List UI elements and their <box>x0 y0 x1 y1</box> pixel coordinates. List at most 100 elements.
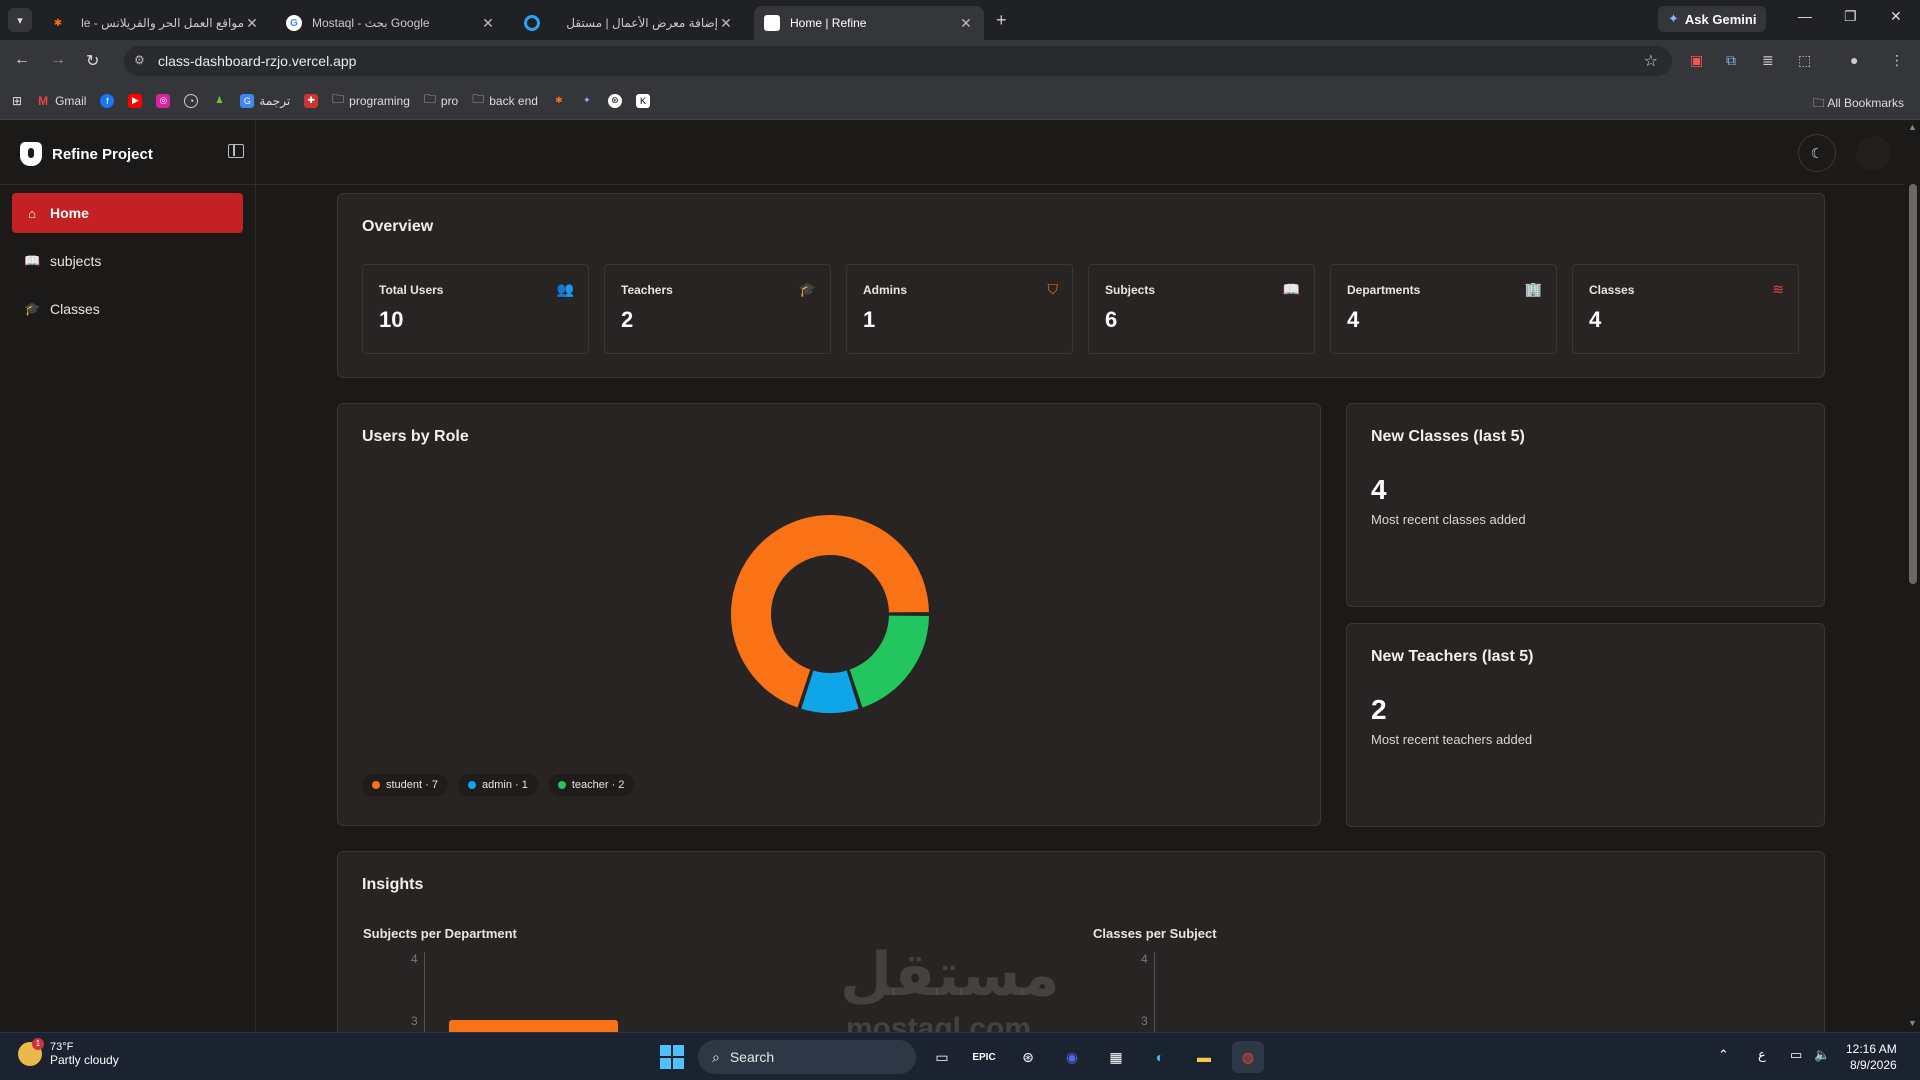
task-view-icon[interactable]: ▭ <box>926 1041 958 1073</box>
y-tick: 4 <box>1141 952 1148 966</box>
tab-home-refine[interactable]: Home | Refine ✕ <box>754 6 984 40</box>
system-clock[interactable]: 12:16 AM 8/9/2026 <box>1846 1041 1897 1073</box>
search-icon: ⌕ <box>712 1048 720 1065</box>
menu-kebab-icon[interactable]: ⋮ <box>1890 52 1904 69</box>
stat-label: Classes <box>1589 283 1635 297</box>
tab-title: Mostaql - بحث Google <box>312 16 430 30</box>
page-scrollbar[interactable]: ▲ ▼ <box>1906 120 1920 1032</box>
weather-widget[interactable]: 1 73°F Partly cloudy <box>18 1038 119 1067</box>
stat-label: Departments <box>1347 283 1421 297</box>
bookmark-star-icon[interactable]: ☆ <box>1644 51 1658 71</box>
theme-toggle-button[interactable]: ☾ <box>1798 134 1836 172</box>
extensions-puzzle-icon[interactable]: ⬚ <box>1798 52 1811 69</box>
forward-icon[interactable]: → <box>50 51 66 69</box>
stat-label: Subjects <box>1105 283 1156 297</box>
window-close-icon[interactable]: ✕ <box>1890 8 1902 25</box>
file-explorer-icon[interactable]: ▬ <box>1188 1041 1220 1073</box>
notification-badge: 1 <box>32 1038 44 1050</box>
volume-icon[interactable]: 🔈 <box>1814 1047 1830 1063</box>
scrollbar-thumb[interactable] <box>1909 184 1917 584</box>
tab-search-button[interactable]: ▾ <box>8 8 32 32</box>
ask-gemini-button[interactable]: ✦ Ask Gemini <box>1658 6 1767 32</box>
start-windows-icon[interactable] <box>660 1045 684 1069</box>
tab-title: مواقع العمل الحر والفريلانس - le <box>81 16 244 30</box>
bookmark-gmail[interactable]: M Gmail <box>36 94 86 108</box>
y-tick: 3 <box>411 1014 418 1028</box>
bar[interactable] <box>449 1020 618 1032</box>
sidebar-item-home[interactable]: ⌂ Home <box>12 193 243 233</box>
new-tab-button[interactable]: + <box>996 10 1007 31</box>
bookmark-translate[interactable]: G ترجمة <box>240 93 290 108</box>
stat-admins: Admins 1 ⛉ <box>846 264 1073 354</box>
bookmark-folder-pro[interactable]: 🗀 pro <box>424 90 458 111</box>
reload-icon[interactable]: ↻ <box>86 51 99 71</box>
weather-text: Partly cloudy <box>50 1053 119 1067</box>
sidebar-item-subjects[interactable]: 📖 subjects <box>12 241 243 281</box>
bookmark-folder-programing[interactable]: 🗀 programing <box>332 90 410 111</box>
address-bar[interactable]: ⚙ class-dashboard-rzjo.vercel.app ☆ <box>124 46 1672 76</box>
new-classes-card: New Classes (last 5) 4 Most recent class… <box>1346 403 1825 607</box>
minimize-icon[interactable]: — <box>1798 8 1812 24</box>
taskbar-search[interactable]: ⌕ Search <box>698 1040 916 1074</box>
legend-item-admin[interactable]: admin · 1 <box>457 774 538 796</box>
all-bookmarks-button[interactable]: 🗀 All Bookmarks <box>1813 94 1904 115</box>
avatar[interactable] <box>1856 136 1890 170</box>
facebook-icon[interactable]: f <box>100 93 115 108</box>
microsoft-store-icon[interactable]: ▦ <box>1100 1041 1132 1073</box>
legend-item-student[interactable]: student · 7 <box>362 774 448 796</box>
apps-grid-icon[interactable]: ⊞ <box>12 94 22 108</box>
green-bookmark-icon[interactable]: ♟ <box>212 94 226 108</box>
translate-icon[interactable]: ⧉ <box>1726 52 1736 69</box>
stat-value: 4 <box>1589 307 1602 332</box>
sidebar-item-classes[interactable]: 🎓 Classes <box>12 289 243 329</box>
mostaql-favicon-icon <box>524 15 540 31</box>
moon-icon: ☾ <box>1810 144 1824 161</box>
edge-icon[interactable]: ◐ <box>1144 1041 1176 1073</box>
sidebar-toggle-icon[interactable] <box>228 144 244 158</box>
chatgpt-app-icon[interactable]: ⊛ <box>1012 1041 1044 1073</box>
instagram-icon[interactable]: ◎ <box>156 93 171 108</box>
close-icon[interactable]: ✕ <box>480 15 496 32</box>
brand[interactable]: Refine Project <box>20 142 153 166</box>
profile-avatar-icon[interactable]: ● <box>1850 52 1858 68</box>
chrome-icon[interactable]: ◍ <box>1232 1041 1264 1073</box>
bookmark-crest-icon[interactable]: ✚ <box>304 93 319 108</box>
clock-bookmark-icon[interactable]: ◔ <box>184 93 199 108</box>
stat-value: 6 <box>1105 307 1118 332</box>
youtube-icon[interactable]: ▶ <box>128 93 143 108</box>
gemini-bookmark-icon[interactable]: ✦ <box>580 94 594 108</box>
k-bookmark-icon[interactable]: K <box>635 93 650 108</box>
date: 8/9/2026 <box>1849 1058 1897 1072</box>
tab-mostaql-portfolio[interactable]: إضافة معرض الأعمال | مستقل ✕ <box>514 6 744 40</box>
scroll-down-icon[interactable]: ▼ <box>1908 1018 1917 1028</box>
close-icon[interactable]: ✕ <box>718 15 734 32</box>
restore-icon[interactable]: ❐ <box>1844 8 1857 25</box>
taskbar: 1 73°F Partly cloudy ⌕ Search ▭ EPIC ⊛ ◉… <box>0 1032 1920 1080</box>
legend-item-teacher[interactable]: teacher · 2 <box>547 774 635 796</box>
discord-icon[interactable]: ◉ <box>1056 1041 1088 1073</box>
role-donut-chart <box>729 513 932 715</box>
y-tick: 4 <box>411 952 418 966</box>
stat-label: Total Users <box>379 283 444 297</box>
extension-icon[interactable]: ▣ <box>1690 52 1703 69</box>
epic-games-icon[interactable]: EPIC <box>968 1041 1000 1073</box>
extension-icon[interactable]: ≣ <box>1762 52 1774 69</box>
close-icon[interactable]: ✕ <box>958 15 974 32</box>
new-classes-title: New Classes (last 5) <box>1371 428 1525 445</box>
tab-google-search[interactable]: G Mostaql - بحث Google ✕ <box>276 6 506 40</box>
stat-label: Teachers <box>621 283 673 297</box>
chevron-up-icon[interactable]: ⌃ <box>1718 1047 1729 1063</box>
input-language[interactable]: ع <box>1758 1047 1766 1063</box>
stat-teachers: Teachers 2 🎓 <box>604 264 831 354</box>
donut-slice-teacher[interactable] <box>847 613 932 711</box>
chatgpt-bookmark-icon[interactable]: ⊛ <box>607 93 622 108</box>
mostaql-bookmark-icon[interactable]: ✱ <box>552 94 566 108</box>
close-icon[interactable]: ✕ <box>244 15 260 32</box>
back-icon[interactable]: ← <box>14 51 30 69</box>
bookmark-folder-back-end[interactable]: 🗀 back end <box>472 90 538 111</box>
tab-mostaql-freelance[interactable]: ✱ مواقع العمل الحر والفريلانس - le ✕ <box>40 6 270 40</box>
site-info-icon[interactable]: ⚙ <box>134 53 145 67</box>
legend-dot <box>557 781 566 789</box>
scroll-up-icon[interactable]: ▲ <box>1908 122 1917 132</box>
network-icon[interactable]: ▭ <box>1790 1047 1802 1063</box>
